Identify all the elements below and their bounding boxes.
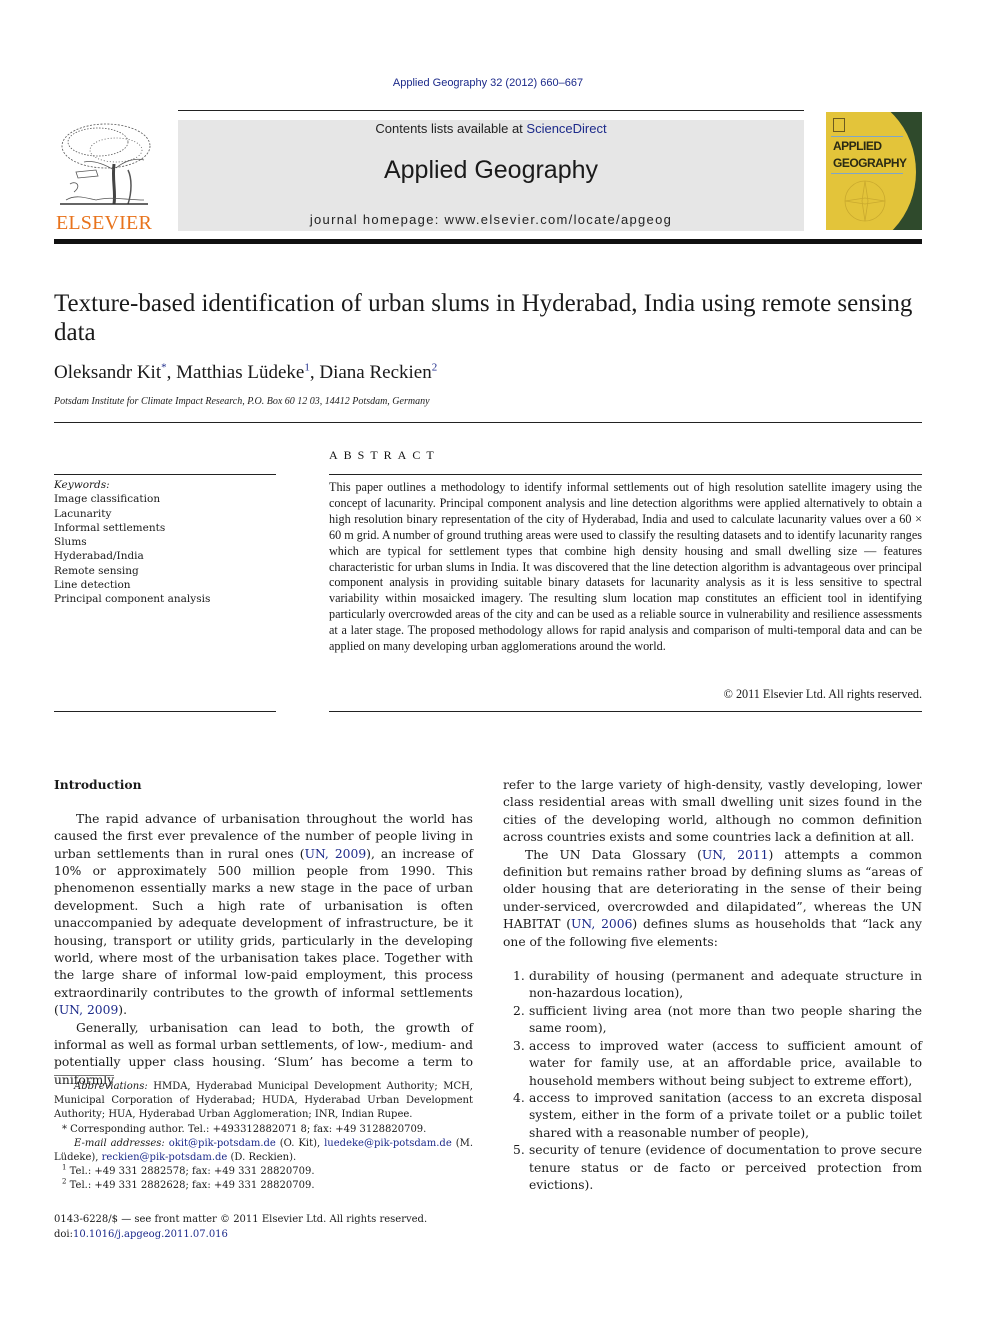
paragraph-text: The UN Data Glossary ( xyxy=(525,847,702,862)
elsevier-tree-icon xyxy=(56,120,152,208)
list-text: security of tenure (evidence of document… xyxy=(529,1143,922,1192)
keyword-item: Image classification xyxy=(54,493,161,506)
author-separator: , xyxy=(309,362,320,383)
email-owner: (D. Reckien). xyxy=(227,1152,297,1164)
contents-prefix: Contents lists available at xyxy=(375,121,527,136)
footnote-text: Tel.: +49 331 2882578; fax: +49 331 2882… xyxy=(66,1166,315,1178)
author-name[interactable]: Matthias Lüdeke xyxy=(176,362,304,383)
list-text: access to improved water (access to suff… xyxy=(529,1038,922,1088)
keywords-label: Keywords: xyxy=(54,479,110,491)
footnote-2: 2 Tel.: +49 331 2882628; fax: +49 331 28… xyxy=(54,1179,473,1193)
email-link[interactable]: reckien@pik-potsdam.de xyxy=(102,1152,228,1163)
email-link[interactable]: luedeke@pik-potsdam.de xyxy=(324,1138,452,1149)
slum-elements-list: 1. durability of housing (permanent and a… xyxy=(503,968,922,1194)
header-thick-rule xyxy=(54,239,922,244)
footnote-text: Corresponding author. Tel.: +49331288207… xyxy=(67,1123,427,1135)
author-separator: , xyxy=(166,362,177,383)
email-link[interactable]: okit@pik-potsdam.de xyxy=(169,1138,276,1149)
keyword-item: Principal component analysis xyxy=(54,593,211,606)
keyword-item: Remote sensing xyxy=(54,564,139,577)
abstract-rule-bottom xyxy=(329,711,922,712)
keyword-item: Hyderabad/India xyxy=(54,550,144,563)
section-heading-introduction: Introduction xyxy=(54,777,142,792)
abbreviations-label: Abbreviations: xyxy=(74,1081,148,1092)
list-item: 5. security of tenure (evidence of docume… xyxy=(503,1142,922,1194)
citation-link[interactable]: UN, 2009 xyxy=(305,847,367,861)
list-item: 2. sufficient living area (not more than … xyxy=(503,1003,922,1038)
journal-homepage[interactable]: journal homepage: www.elsevier.com/locat… xyxy=(178,212,804,227)
cover-title: APPLIED GEOGRAPHY xyxy=(833,138,907,172)
compass-rose-icon xyxy=(844,180,886,222)
issn-line: 0143-6228/$ — see front matter © 2011 El… xyxy=(54,1214,428,1225)
elsevier-wordmark: ELSEVIER xyxy=(55,212,153,234)
list-text: sufficient living area (not more than tw… xyxy=(529,1003,922,1036)
elsevier-logo[interactable]: ELSEVIER xyxy=(54,120,154,234)
cover-rule xyxy=(831,136,903,137)
paragraph-text: ). xyxy=(118,1003,127,1018)
doi-line: doi:10.1016/j.apgeog.2011.07.016 xyxy=(54,1227,427,1242)
abstract-rule-top xyxy=(329,474,922,475)
paragraph-text: ), an increase of 10% or approximately 5… xyxy=(54,846,474,1018)
affiliation: Potsdam Institute for Climate Impact Res… xyxy=(54,396,430,407)
bottom-metadata: 0143-6228/$ — see front matter © 2011 El… xyxy=(54,1212,427,1242)
author-name[interactable]: Oleksandr Kit xyxy=(54,362,161,383)
keyword-item: Line detection xyxy=(54,579,131,592)
cover-title-line2: GEOGRAPHY xyxy=(833,156,907,170)
contents-line: Contents lists available at ScienceDirec… xyxy=(178,121,804,136)
paragraph: refer to the large variety of high-densi… xyxy=(503,778,922,845)
footnotes: Abbreviations: HMDA, Hyderabad Municipal… xyxy=(54,1080,473,1194)
list-number: 4. xyxy=(513,1090,525,1105)
list-number: 2. xyxy=(513,1003,525,1018)
footnote-emails: E-mail addresses: okit@pik-potsdam.de (O… xyxy=(54,1137,473,1165)
email-label: E-mail addresses: xyxy=(74,1137,165,1149)
journal-title: Applied Geography xyxy=(383,156,599,184)
body-right-column: refer to the large variety of high-densi… xyxy=(503,777,922,1194)
list-text: access to improved sanitation (access to… xyxy=(529,1090,922,1140)
sciencedirect-link[interactable]: ScienceDirect xyxy=(526,121,606,136)
abstract-heading: ABSTRACT xyxy=(329,448,440,462)
keywords-rule-top xyxy=(54,474,276,475)
email-owner: (O. Kit), xyxy=(275,1137,325,1149)
journal-cover[interactable]: APPLIED GEOGRAPHY xyxy=(826,112,922,230)
citation-link[interactable]: UN, 2009 xyxy=(59,1003,118,1017)
keywords-rule-bottom xyxy=(54,711,276,712)
paragraph: The UN Data Glossary (UN, 2011) attempts… xyxy=(503,847,922,951)
list-item: 1. durability of housing (permanent and a… xyxy=(503,968,922,1003)
footnote-rule xyxy=(54,1075,114,1076)
journal-banner: Contents lists available at ScienceDirec… xyxy=(178,120,804,231)
author-name[interactable]: Diana Reckien xyxy=(319,362,431,383)
paragraph: Generally, urbanisation can lead to both… xyxy=(54,1020,473,1087)
list-item: 3. access to improved water (access to su… xyxy=(503,1038,922,1090)
running-head[interactable]: Applied Geography 32 (2012) 660–667 xyxy=(0,77,976,89)
footnote-1: 1 Tel.: +49 331 2882578; fax: +49 331 28… xyxy=(54,1164,473,1179)
keywords-block: Keywords: Image classification Lacunarit… xyxy=(54,478,276,607)
cover-elsevier-badge-icon xyxy=(833,118,845,132)
body-left-column: Introduction The rapid advance of urbani… xyxy=(54,776,473,1089)
keyword-item: Lacunarity xyxy=(54,507,112,520)
abstract-copyright: © 2011 Elsevier Ltd. All rights reserved… xyxy=(723,687,922,701)
abstract-text: This paper outlines a methodology to ide… xyxy=(329,480,922,654)
footnote-abbreviations: Abbreviations: HMDA, Hyderabad Municipal… xyxy=(54,1080,473,1123)
author-mark[interactable]: 2 xyxy=(432,362,438,374)
keyword-item: Informal settlements xyxy=(54,521,166,534)
author-list: Oleksandr Kit*, Matthias Lüdeke1, Diana … xyxy=(54,362,437,384)
list-number: 5. xyxy=(513,1143,525,1158)
paragraph: The rapid advance of urbanisation throug… xyxy=(54,811,473,1020)
footnote-text: Tel.: +49 331 2882628; fax: +49 331 2882… xyxy=(66,1180,315,1192)
header-rule xyxy=(178,110,804,111)
list-item: 4. access to improved sanitation (access … xyxy=(503,1090,922,1142)
cover-rule xyxy=(831,173,903,174)
footnote-corresponding: * Corresponding author. Tel.: +493312882… xyxy=(54,1123,473,1137)
list-text: durability of housing (permanent and ade… xyxy=(529,969,922,1001)
list-number: 3. xyxy=(513,1038,525,1053)
keyword-item: Slums xyxy=(54,536,87,549)
citation-link[interactable]: UN, 2011 xyxy=(702,848,769,862)
cover-title-line1: APPLIED xyxy=(833,139,882,153)
list-number: 1. xyxy=(513,969,525,984)
doi-link[interactable]: 10.1016/j.apgeog.2011.07.016 xyxy=(73,1229,228,1240)
citation-link[interactable]: UN, 2006 xyxy=(571,917,632,931)
article-title: Texture-based identification of urban sl… xyxy=(54,290,913,346)
section-rule xyxy=(54,422,922,423)
doi-prefix: doi: xyxy=(54,1229,73,1240)
